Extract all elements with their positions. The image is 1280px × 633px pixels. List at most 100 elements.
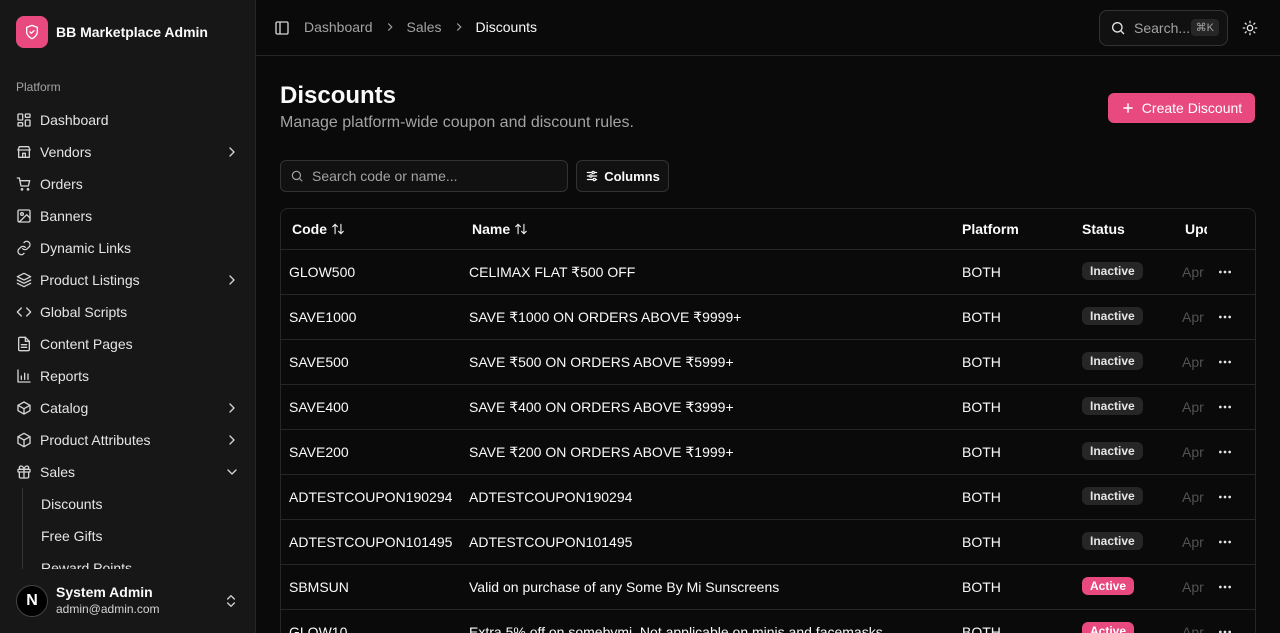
- code-icon: [16, 304, 32, 320]
- cell-name: CELIMAX FLAT ₹500 OFF: [469, 264, 636, 280]
- sidebar-item-product-attributes[interactable]: Product Attributes: [8, 424, 248, 456]
- cell-name: SAVE ₹400 ON ORDERS ABOVE ₹3999+: [469, 399, 734, 415]
- status-badge: Inactive: [1082, 397, 1143, 415]
- sidebar-item-dynamic-links[interactable]: Dynamic Links: [8, 232, 248, 264]
- sidebar-item-product-listings[interactable]: Product Listings: [8, 264, 248, 296]
- search-input[interactable]: Search code or name...: [280, 160, 568, 192]
- column-header-platform: Platform: [962, 221, 1019, 237]
- table-header: Code Name Platform Status Upd: [281, 209, 1255, 250]
- cell-name: Extra 5% off on somebymi. Not applicable…: [469, 624, 883, 633]
- cell-code: SBMSUN: [289, 579, 349, 595]
- cell-code: ADTESTCOUPON101495: [289, 534, 453, 550]
- cell-platform: BOTH: [962, 399, 1001, 415]
- sidebar-item-reports[interactable]: Reports: [8, 360, 248, 392]
- table-row[interactable]: SAVE200 SAVE ₹200 ON ORDERS ABOVE ₹1999+ B…: [281, 430, 1255, 475]
- sidebar-subitem-label: Free Gifts: [41, 528, 103, 544]
- status-badge: Inactive: [1082, 307, 1143, 325]
- sidebar-item-label: Vendors: [40, 144, 92, 160]
- cell-platform: BOTH: [962, 489, 1001, 505]
- column-header-updated: Upd: [1185, 221, 1207, 237]
- app-name: BB Marketplace Admin: [56, 24, 208, 40]
- chevron-right-icon: [224, 432, 240, 448]
- cell-name: Valid on purchase of any Some By Mi Suns…: [469, 579, 780, 595]
- sidebar-item-label: Banners: [40, 208, 93, 224]
- sidebar-item-sales[interactable]: Sales: [8, 456, 248, 488]
- status-badge: Active: [1082, 622, 1135, 633]
- table-row[interactable]: SAVE400 SAVE ₹400 ON ORDERS ABOVE ₹3999+ B…: [281, 385, 1255, 430]
- more-horizontal-icon[interactable]: [1217, 309, 1237, 325]
- breadcrumb-dashboard[interactable]: Dashboard: [304, 19, 373, 35]
- cell-updated: Apr: [1182, 264, 1204, 280]
- chevron-right-icon: [387, 23, 393, 31]
- cell-updated: Apr: [1182, 534, 1204, 550]
- create-discount-button[interactable]: Create Discount: [1108, 93, 1255, 123]
- gift-icon: [16, 464, 32, 480]
- column-header-name[interactable]: Name: [472, 221, 528, 237]
- more-horizontal-icon[interactable]: [1217, 579, 1237, 595]
- bar-chart-icon: [16, 368, 32, 384]
- sidebar-subitem-discounts[interactable]: Discounts: [33, 488, 248, 520]
- sidebar: BB Marketplace Admin Platform Dashboard V…: [0, 0, 256, 633]
- sidebar-item-orders[interactable]: Orders: [8, 168, 248, 200]
- more-horizontal-icon[interactable]: [1217, 624, 1237, 633]
- user-menu[interactable]: N System Admin admin@admin.com: [0, 569, 255, 633]
- table-row[interactable]: SAVE1000 SAVE ₹1000 ON ORDERS ABOVE ₹9999…: [281, 295, 1255, 340]
- cell-name: ADTESTCOUPON190294: [469, 489, 633, 505]
- plus-icon: [1122, 103, 1133, 113]
- sidebar-item-label: Dashboard: [40, 112, 109, 128]
- status-badge: Inactive: [1082, 352, 1143, 370]
- sidebar-item-label: Catalog: [40, 400, 89, 416]
- more-horizontal-icon[interactable]: [1217, 444, 1237, 460]
- more-horizontal-icon[interactable]: [1217, 489, 1237, 505]
- sidebar-item-content-pages[interactable]: Content Pages: [8, 328, 248, 360]
- sidebar-item-vendors[interactable]: Vendors: [8, 136, 248, 168]
- cell-code: GLOW500: [289, 264, 356, 280]
- cell-updated: Apr: [1182, 309, 1204, 325]
- sidebar-item-catalog[interactable]: Catalog: [8, 392, 248, 424]
- column-header-status: Status: [1082, 221, 1125, 237]
- column-header-code[interactable]: Code: [292, 221, 345, 237]
- table-row[interactable]: ADTESTCOUPON101495 ADTESTCOUPON101495 BOTH…: [281, 520, 1255, 565]
- cell-name: SAVE ₹1000 ON ORDERS ABOVE ₹9999+: [469, 309, 742, 325]
- column-header-name-label: Name: [472, 221, 511, 237]
- more-horizontal-icon[interactable]: [1217, 354, 1237, 370]
- table-row[interactable]: SAVE500 SAVE ₹500 ON ORDERS ABOVE ₹5999+ B…: [281, 340, 1255, 385]
- cell-platform: BOTH: [962, 354, 1001, 370]
- shield-logo-icon: [16, 16, 48, 48]
- breadcrumb: Dashboard Sales Discounts: [304, 19, 537, 35]
- sidebar-item-dashboard[interactable]: Dashboard: [8, 104, 248, 136]
- brand[interactable]: BB Marketplace Admin: [16, 16, 208, 48]
- sidebar-item-label: Orders: [40, 176, 83, 192]
- more-horizontal-icon[interactable]: [1217, 399, 1237, 415]
- more-horizontal-icon[interactable]: [1217, 534, 1237, 550]
- breadcrumb-sales[interactable]: Sales: [407, 19, 442, 35]
- sort-icon: [332, 223, 344, 235]
- cell-updated: Apr: [1182, 354, 1204, 370]
- cube-icon: [16, 432, 32, 448]
- status-badge-label: Inactive: [1082, 532, 1143, 550]
- more-horizontal-icon[interactable]: [1217, 264, 1237, 280]
- columns-button[interactable]: Columns: [576, 160, 669, 192]
- breadcrumb-current: Discounts: [475, 19, 537, 35]
- table-row[interactable]: GLOW10 Extra 5% off on somebymi. Not appl…: [281, 610, 1255, 633]
- cell-platform: BOTH: [962, 444, 1001, 460]
- search-icon: [291, 170, 303, 182]
- user-name: System Admin: [56, 584, 153, 600]
- file-icon: [16, 336, 32, 352]
- status-badge-label: Inactive: [1082, 307, 1143, 325]
- sidebar-item-banners[interactable]: Banners: [8, 200, 248, 232]
- sidebar-item-global-scripts[interactable]: Global Scripts: [8, 296, 248, 328]
- table-row[interactable]: ADTESTCOUPON190294 ADTESTCOUPON190294 BOTH…: [281, 475, 1255, 520]
- sidebar-subitem-free-gifts[interactable]: Free Gifts: [33, 520, 248, 552]
- cell-updated: Apr: [1182, 579, 1204, 595]
- sidebar-toggle-icon[interactable]: [274, 20, 290, 36]
- global-search-button[interactable]: Search... ⌘K: [1099, 10, 1228, 46]
- table-row[interactable]: SBMSUN Valid on purchase of any Some By M…: [281, 565, 1255, 610]
- sidebar-group-label: Platform: [16, 80, 61, 94]
- global-search-placeholder: Search...: [1134, 20, 1191, 36]
- cell-updated: Apr: [1182, 624, 1204, 633]
- chevron-right-icon: [224, 272, 240, 288]
- cell-code: SAVE1000: [289, 309, 357, 325]
- table-row[interactable]: GLOW500 CELIMAX FLAT ₹500 OFF BOTH Inactive…: [281, 250, 1255, 295]
- sun-icon[interactable]: [1242, 20, 1258, 36]
